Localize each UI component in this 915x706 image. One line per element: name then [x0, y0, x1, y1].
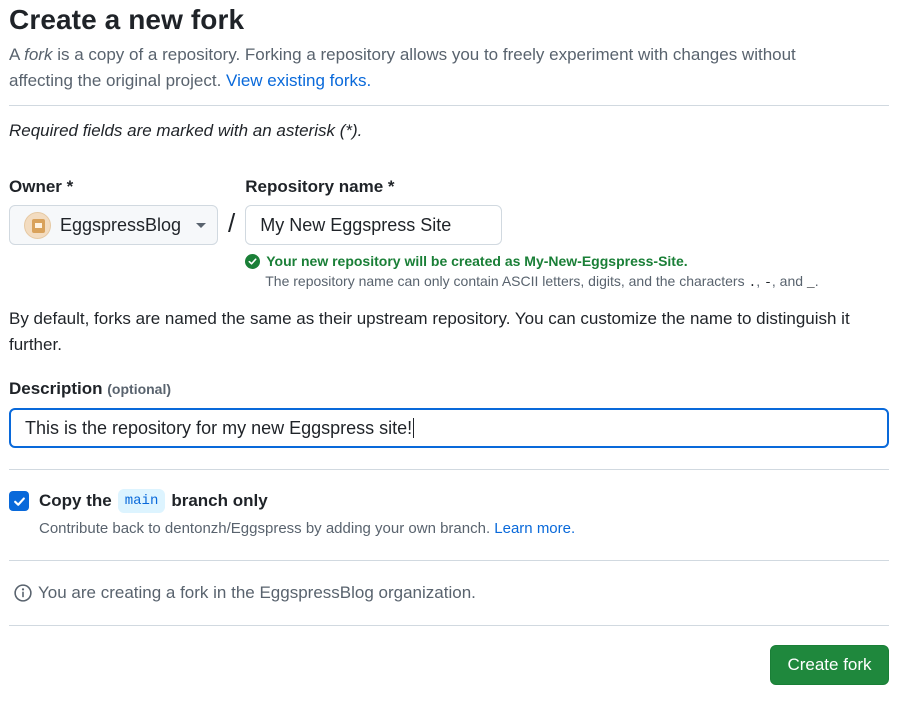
page-title: Create a new fork — [9, 4, 245, 35]
description-value: This is the repository for my new Eggspr… — [25, 417, 413, 438]
view-existing-forks-link[interactable]: View existing forks. — [226, 71, 371, 90]
naming-paragraph: By default, forks are named the same as … — [9, 309, 850, 354]
hint-char-underscore: _ — [806, 275, 815, 290]
chevron-down-icon — [196, 222, 207, 228]
owner-group: Owner * EggspressBlog — [9, 176, 218, 245]
intro-rest: is a copy of a repository. Forking a rep… — [9, 45, 796, 90]
copy-main-branch-checkbox[interactable] — [9, 491, 29, 511]
intro-fork-word: fork — [24, 45, 53, 64]
check-circle-icon — [245, 253, 261, 269]
create-fork-container: Create fork — [770, 645, 889, 685]
hint-sep-1: , — [756, 273, 765, 289]
description-label-text: Description — [9, 379, 103, 398]
copy-main-branch-label[interactable]: Copy the main branch only — [39, 489, 268, 513]
divider — [9, 625, 889, 626]
hint-sep-2: , and — [771, 273, 807, 289]
valid-message-text: Your new repository will be created as M… — [266, 253, 688, 269]
description-optional-tag: (optional) — [107, 381, 172, 397]
branch-name-badge: main — [117, 489, 166, 513]
repo-name-group: Repository name * Your new repository wi… — [245, 176, 819, 292]
copy-prefix: Copy the — [39, 491, 112, 510]
description-label: Description (optional) — [9, 378, 889, 400]
hint-end: . — [814, 273, 819, 289]
owner-repo-row: Owner * EggspressBlog / Repository name … — [9, 176, 889, 292]
divider — [9, 560, 889, 561]
owner-repo-separator: / — [228, 208, 236, 238]
hint-char-dash: - — [764, 275, 772, 290]
repo-name-input[interactable] — [245, 205, 503, 245]
fork-info-row: You are creating a fork in the Eggspress… — [9, 583, 889, 603]
description-input[interactable]: This is the repository for my new Eggspr… — [9, 408, 889, 448]
owner-name: EggspressBlog — [60, 214, 182, 235]
copy-suffix: branch only — [171, 491, 268, 510]
repo-name-label: Repository name * — [245, 177, 395, 196]
info-icon — [14, 584, 32, 602]
fork-info-text: You are creating a fork in the Eggspress… — [38, 583, 476, 602]
create-fork-page: Create a new fork A fork is a copy of a … — [9, 0, 889, 685]
required-note: Required fields are marked with an aster… — [9, 121, 363, 140]
divider — [9, 105, 889, 106]
create-fork-button[interactable]: Create fork — [770, 645, 889, 685]
repo-name-hint: The repository name can only contain ASC… — [265, 272, 818, 292]
text-cursor — [413, 418, 415, 438]
divider — [9, 469, 889, 470]
intro-prefix: A — [9, 45, 25, 64]
intro-text: A fork is a copy of a repository. Forkin… — [9, 42, 839, 94]
owner-avatar — [24, 211, 51, 239]
copy-branch-description: Contribute back to dentonzh/Eggspress by… — [39, 519, 889, 539]
hint-prefix: The repository name can only contain ASC… — [265, 273, 749, 289]
owner-label: Owner * — [9, 177, 74, 196]
learn-more-link[interactable]: Learn more. — [494, 520, 575, 537]
repo-name-valid-message: Your new repository will be created as M… — [245, 253, 818, 269]
copy-main-branch-row: Copy the main branch only — [9, 489, 889, 513]
copy-sub-text: Contribute back to dentonzh/Eggspress by… — [39, 520, 495, 537]
owner-select-button[interactable]: EggspressBlog — [9, 205, 218, 245]
